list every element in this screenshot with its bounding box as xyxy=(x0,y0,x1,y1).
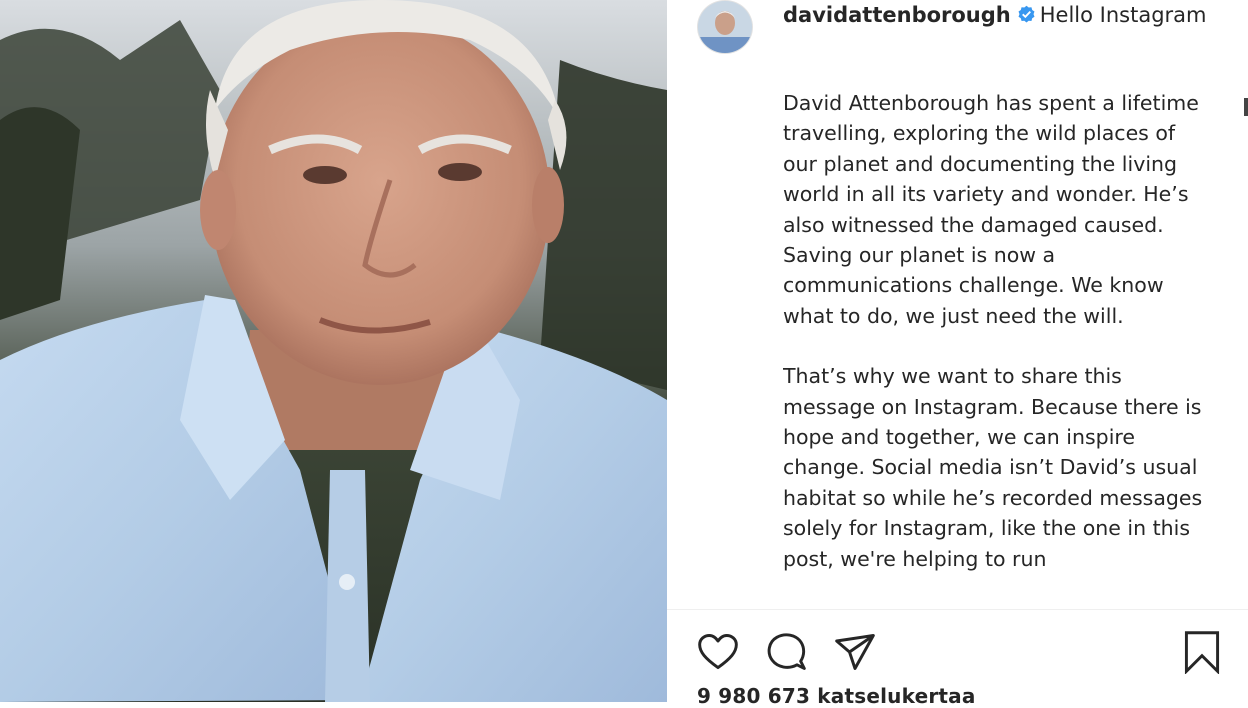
post-title-text: Hello Instagram xyxy=(1039,3,1207,27)
heart-icon[interactable] xyxy=(695,630,741,674)
bookmark-icon[interactable] xyxy=(1179,630,1225,674)
scrollbar-thumb[interactable] xyxy=(1244,98,1248,116)
paper-plane-icon[interactable] xyxy=(832,630,878,674)
verified-badge-icon xyxy=(1018,5,1035,23)
comment-icon[interactable] xyxy=(763,630,809,674)
caption-paragraph: That’s why we want to share this message… xyxy=(783,364,1203,571)
action-bar xyxy=(667,620,1248,680)
divider xyxy=(667,609,1248,610)
post-photo[interactable] xyxy=(0,0,667,702)
avatar[interactable] xyxy=(697,0,753,54)
avatar-image xyxy=(698,1,752,53)
caption-paragraph: David Attenborough has spent a lifetime … xyxy=(783,91,1206,328)
post-caption: David Attenborough has spent a lifetime … xyxy=(783,88,1208,606)
username-link[interactable]: davidattenborough xyxy=(783,3,1011,27)
views-count: 9 980 673 katselukertaa xyxy=(697,684,976,708)
portrait-image xyxy=(0,0,667,702)
post-header: davidattenborough Hello Instagram xyxy=(783,0,1223,31)
post-details-panel: davidattenborough Hello Instagram David … xyxy=(667,0,1248,708)
